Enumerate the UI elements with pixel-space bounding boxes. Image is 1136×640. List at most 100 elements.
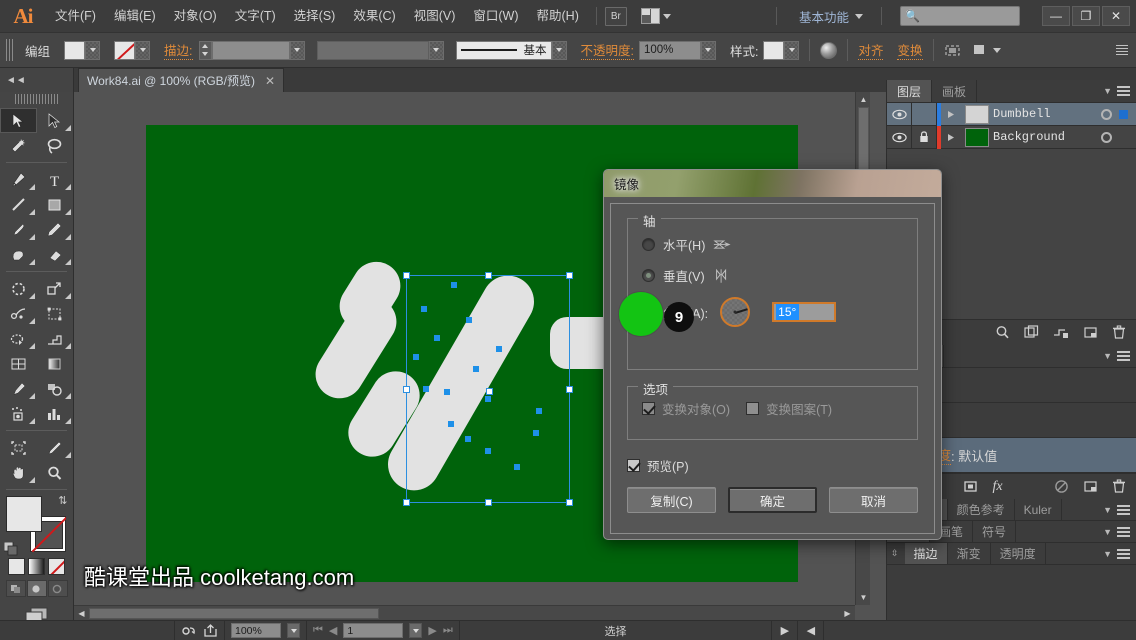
tool-flyout-indicator-rect[interactable] <box>65 209 71 215</box>
artboard-dropdown-icon[interactable] <box>409 623 423 638</box>
preview-checkbox-row[interactable]: 预览(P) <box>627 456 918 475</box>
magic-wand-tool[interactable] <box>0 133 37 158</box>
stroke-dropdown-icon[interactable] <box>135 40 151 60</box>
layer-name-dumbbell[interactable]: Dumbbell <box>993 107 1101 121</box>
stroke-swatch-none[interactable] <box>114 40 136 60</box>
checkbox-transform-object[interactable] <box>642 402 655 415</box>
brush-definition-field[interactable]: 基本 <box>455 40 552 60</box>
variable-width-field[interactable] <box>316 40 429 60</box>
stroke-weight-control[interactable] <box>198 40 305 60</box>
path-anchor[interactable] <box>434 335 440 341</box>
add-new-effect-icon[interactable]: fx <box>992 479 1002 495</box>
type-tool[interactable]: T <box>37 167 74 192</box>
selection-handle-br[interactable] <box>566 499 573 506</box>
layer-lock-toggle[interactable] <box>912 102 937 126</box>
document-tab[interactable]: Work84.ai @ 100% (RGB/预览) ✕ <box>78 68 285 92</box>
layer-row-background[interactable]: Background <box>887 125 1136 149</box>
path-anchor[interactable] <box>413 354 419 360</box>
path-anchor[interactable] <box>485 396 491 402</box>
lasso-tool[interactable] <box>37 133 74 158</box>
angle-input[interactable]: 15° <box>772 302 837 322</box>
layer-expand-toggle-bg[interactable] <box>941 126 961 149</box>
scroll-left-icon[interactable]: ◀ <box>74 606 89 621</box>
path-anchor[interactable] <box>421 306 427 312</box>
direct-selection-tool[interactable] <box>37 108 74 133</box>
draw-inside-button[interactable] <box>47 580 68 597</box>
stroke-weight-stepper[interactable] <box>198 40 212 60</box>
selection-handle-tr[interactable] <box>566 272 573 279</box>
tool-flyout-indicator-blend[interactable] <box>65 393 71 399</box>
perspective-grid-tool[interactable] <box>37 326 74 351</box>
scroll-right-icon[interactable]: ▶ <box>840 606 855 621</box>
pen-tool[interactable] <box>0 167 37 192</box>
zoom-dropdown-icon[interactable] <box>287 623 300 638</box>
none-mode-button[interactable] <box>48 558 65 575</box>
tool-flyout-indicator-eyedropper[interactable] <box>28 393 35 399</box>
layer-expand-toggle[interactable] <box>941 103 961 126</box>
first-artboard-icon[interactable]: ⏮ <box>313 624 323 637</box>
path-anchor[interactable] <box>485 448 491 454</box>
menu-help[interactable]: 帮助(H) <box>528 0 588 32</box>
line-segment-tool[interactable] <box>0 192 37 217</box>
layer-visibility-toggle-bg[interactable] <box>887 125 912 149</box>
brush-definition-dropdown-icon[interactable] <box>551 40 567 60</box>
checkbox-transform-pattern[interactable] <box>746 402 760 415</box>
tool-flyout-indicator-line[interactable] <box>28 209 35 215</box>
blob-brush-tool[interactable] <box>0 242 37 267</box>
dialog-title-bar[interactable]: 镜像 <box>604 170 941 197</box>
path-anchor[interactable] <box>423 386 429 392</box>
menu-view[interactable]: 视图(V) <box>405 0 465 32</box>
tool-flyout-indicator-eraser[interactable] <box>65 259 71 265</box>
fill-dropdown-icon[interactable] <box>85 40 101 60</box>
horizontal-scroll-thumb[interactable] <box>89 608 379 619</box>
options-bar-grip[interactable] <box>6 39 15 61</box>
menu-effect[interactable]: 效果(C) <box>344 0 404 32</box>
selection-handle-tl[interactable] <box>403 272 410 279</box>
align-button[interactable]: 对齐 <box>858 40 884 60</box>
maximize-button[interactable]: ❐ <box>1072 6 1100 26</box>
free-transform-tool[interactable] <box>37 301 74 326</box>
layer-target-indicator-bg[interactable] <box>1101 131 1112 143</box>
variable-width-dropdown-icon[interactable] <box>428 40 444 60</box>
selection-handle-ml[interactable] <box>403 386 410 393</box>
cancel-button[interactable]: 取消 <box>829 487 918 513</box>
transform-object-checkbox-row[interactable]: 变换对象(O) <box>642 399 730 418</box>
symbol-sprayer-tool[interactable] <box>0 401 37 426</box>
hand-tool[interactable] <box>0 460 37 485</box>
layers-panel-menu-button[interactable]: ▼ <box>1103 80 1136 102</box>
path-anchor[interactable] <box>496 346 502 352</box>
delete-layer-icon[interactable] <box>1112 325 1126 340</box>
selection-handle-bc[interactable] <box>485 499 492 506</box>
graphic-style-swatch[interactable] <box>763 40 785 60</box>
slice-tool[interactable] <box>37 435 74 460</box>
radio-horizontal[interactable] <box>642 238 655 251</box>
stroke-color-control[interactable] <box>114 40 151 60</box>
workspace-switcher[interactable]: 基本功能 <box>795 7 863 26</box>
axis-vertical-option[interactable]: 垂直(V) <box>642 266 903 285</box>
transform-pattern-checkbox-row[interactable]: 变换图案(T) <box>746 399 832 418</box>
path-anchor[interactable] <box>444 389 450 395</box>
options-bar-overflow-menu[interactable] <box>1116 45 1128 55</box>
tool-flyout-indicator-type[interactable] <box>65 184 71 190</box>
layer-lock-toggle-bg[interactable] <box>912 125 937 149</box>
layer-row-dumbbell[interactable]: Dumbbell <box>887 102 1136 126</box>
scroll-up-icon[interactable]: ▲ <box>856 92 871 107</box>
artboard-tool[interactable] <box>0 435 37 460</box>
bridge-icon[interactable]: Br <box>604 6 627 26</box>
path-anchor[interactable] <box>448 421 454 427</box>
paintbrush-tool[interactable] <box>0 217 37 242</box>
tab-gradient[interactable]: 渐变 <box>948 543 991 564</box>
width-tool[interactable] <box>0 301 37 326</box>
artboard-number-input[interactable]: 1 <box>343 623 404 638</box>
path-anchor[interactable] <box>533 430 539 436</box>
tab-artboards[interactable]: 画板 <box>932 80 978 102</box>
menu-select[interactable]: 选择(S) <box>285 0 345 32</box>
zoom-tool[interactable] <box>37 460 74 485</box>
tool-flyout-indicator-scale[interactable] <box>65 293 71 299</box>
delete-item-icon[interactable] <box>1112 479 1126 494</box>
toolbar-collapse-button[interactable]: ◄◄ <box>0 68 74 92</box>
selection-handle-mr[interactable] <box>566 386 573 393</box>
axis-horizontal-option[interactable]: 水平(H) <box>642 235 903 254</box>
tool-flyout-indicator-graph[interactable] <box>65 418 71 424</box>
ok-button[interactable]: 确定 <box>728 487 817 513</box>
